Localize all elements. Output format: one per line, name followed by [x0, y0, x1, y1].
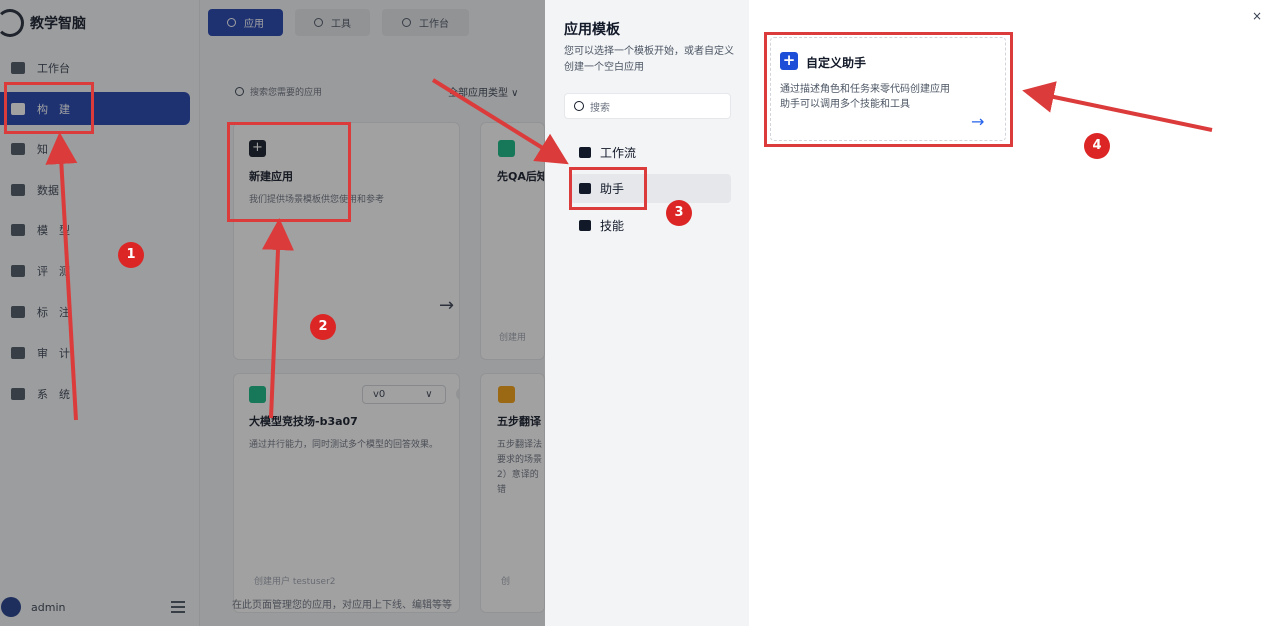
template-sidebar: 应用模板 您可以选择一个模板开始，或者自定义创建一个空白应用 搜索 工作流 助手…	[545, 0, 749, 626]
step-badge-4: 4	[1084, 133, 1110, 159]
close-icon[interactable]: ×	[1250, 9, 1264, 23]
highlight-box-custom-card	[764, 32, 1013, 147]
template-panel-title: 应用模板	[564, 22, 620, 38]
step-badge-3: 3	[666, 200, 692, 226]
highlight-box-new-app	[227, 122, 351, 222]
category-label: 工作流	[600, 146, 637, 160]
highlight-box-assistant	[569, 167, 647, 210]
highlight-box-build	[4, 82, 94, 134]
category-label: 技能	[600, 219, 625, 233]
category-workflow[interactable]: 工作流	[570, 138, 731, 167]
step-badge-2: 2	[310, 314, 336, 340]
template-panel-subtitle: 您可以选择一个模板开始，或者自定义创建一个空白应用	[564, 46, 734, 73]
category-skill[interactable]: 技能	[570, 211, 731, 240]
template-search-input[interactable]: 搜索	[564, 93, 731, 119]
workflow-icon	[579, 147, 591, 158]
search-icon	[574, 101, 584, 111]
skill-icon	[579, 220, 591, 231]
search-placeholder: 搜索	[590, 102, 610, 114]
step-badge-1: 1	[118, 242, 144, 268]
